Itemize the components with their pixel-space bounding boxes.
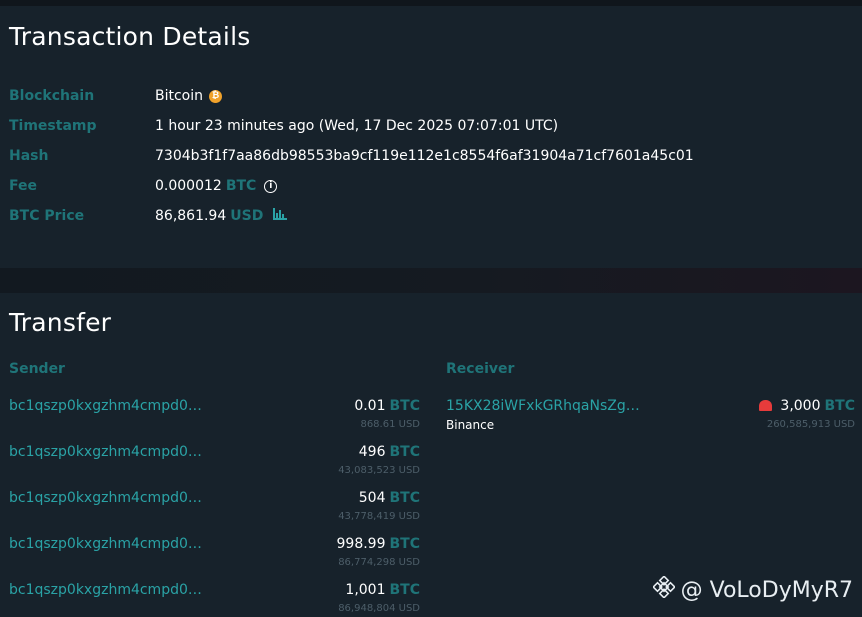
sender-amount-unit: BTC — [389, 536, 421, 552]
fee-label: Fee — [9, 178, 37, 194]
receiver-amount-unit: BTC — [824, 398, 856, 414]
sender-amount-value: 496 — [358, 444, 386, 460]
sender-amount-value: 998.99 — [336, 536, 386, 552]
receiver-header: Receiver — [446, 361, 515, 377]
sender-amount: 1,001 BTC — [345, 582, 420, 598]
row-timestamp: Timestamp 1 hour 23 minutes ago (Wed, 17… — [0, 118, 862, 138]
sender-address[interactable]: bc1qszp0kxgzhm4cmpd0… — [9, 444, 202, 460]
row-btc-price: BTC Price 86,861.94 USD — [0, 208, 862, 228]
sender-address[interactable]: bc1qszp0kxgzhm4cmpd0… — [9, 398, 202, 414]
sender-usd: 86,774,298 USD — [338, 557, 420, 568]
btc-price-unit: USD — [230, 208, 264, 224]
sender-amount: 998.99 BTC — [337, 536, 421, 552]
fee-value: 0.000012 — [155, 178, 222, 194]
transfer-title: Transfer — [9, 308, 112, 337]
sender-usd: 43,083,523 USD — [338, 465, 420, 476]
sender-amount: 0.01 BTC — [354, 398, 420, 414]
row-hash: Hash 7304b3f1f7aa86db98553ba9cf119e112e1… — [0, 148, 862, 168]
hash-label: Hash — [9, 148, 49, 164]
sender-amount-unit: BTC — [389, 582, 421, 598]
receiver-entity-label: Binance — [446, 418, 495, 432]
blockchain-label: Blockchain — [9, 88, 95, 104]
receiver-usd: 260,585,913 USD — [766, 419, 855, 430]
blockchain-value: Bitcoin — [155, 88, 204, 104]
timestamp-label: Timestamp — [9, 118, 97, 134]
sender-amount-unit: BTC — [389, 398, 421, 414]
sender-amount: 504 BTC — [359, 490, 420, 506]
fee-unit: BTC — [225, 178, 257, 194]
receiver-amount: 3,000 BTC — [759, 398, 855, 414]
sender-address[interactable]: bc1qszp0kxgzhm4cmpd0… — [9, 490, 202, 506]
sender-address[interactable]: bc1qszp0kxgzhm4cmpd0… — [9, 536, 202, 552]
sender-amount-unit: BTC — [389, 444, 421, 460]
watermark: @ VoLoDyMyR7 — [651, 575, 853, 604]
receiver-address[interactable]: 15KX28iWFxkGRhqaNsZg… — [446, 398, 640, 414]
hash-link[interactable]: 7304b3f1f7aa86db98553ba9cf119e112e1c8554… — [155, 148, 694, 164]
sender-usd: 868.61 USD — [360, 419, 420, 430]
watermark-text: @ VoLoDyMyR7 — [680, 577, 853, 603]
sender-amount-value: 504 — [358, 490, 386, 506]
sender-header: Sender — [9, 361, 65, 377]
sender-usd: 86,948,804 USD — [338, 603, 420, 614]
sender-amount-unit: BTC — [389, 490, 421, 506]
sender-amount-value: 0.01 — [354, 398, 386, 414]
sender-amount-value: 1,001 — [345, 582, 386, 598]
btc-price-value: 86,861.94 — [155, 208, 227, 224]
bar-chart-icon[interactable] — [273, 208, 288, 224]
row-fee: Fee 0.000012 BTC i — [0, 178, 862, 198]
sender-usd: 43,778,419 USD — [338, 511, 420, 522]
info-icon[interactable]: i — [264, 179, 278, 193]
binance-logo-icon — [651, 575, 676, 604]
sender-amount: 496 BTC — [359, 444, 420, 460]
row-blockchain: Blockchain Bitcoin ₿ — [0, 88, 862, 108]
section-divider — [0, 268, 862, 293]
timestamp-value: 1 hour 23 minutes ago (Wed, 17 Dec 2025 … — [155, 118, 559, 134]
btc-price-label: BTC Price — [9, 208, 85, 224]
transaction-details-title: Transaction Details — [9, 22, 251, 51]
bitcoin-coin-icon: ₿ — [209, 89, 223, 103]
alarm-siren-icon — [759, 400, 773, 411]
receiver-amount-value: 3,000 — [780, 398, 821, 414]
sender-address[interactable]: bc1qszp0kxgzhm4cmpd0… — [9, 582, 202, 598]
